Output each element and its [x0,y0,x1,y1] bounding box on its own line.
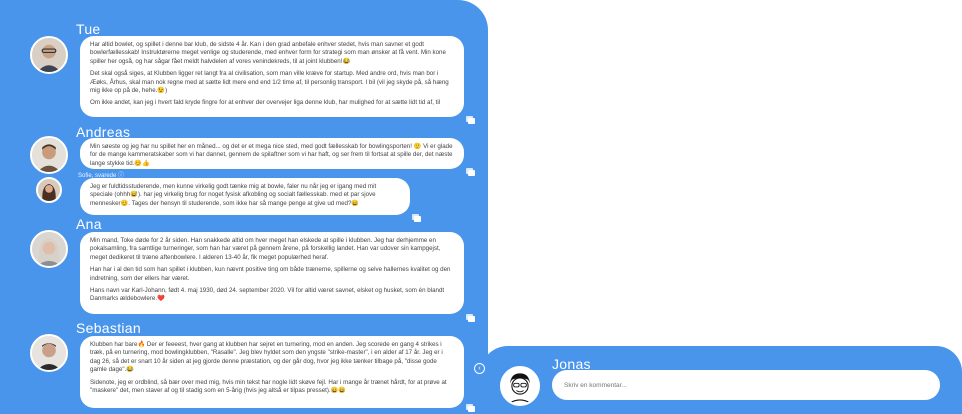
avatar-ana [30,230,68,268]
avatar-sebastian [30,334,68,372]
copy-icon[interactable] [466,116,475,124]
avatar-sofie [36,177,62,203]
comment-paragraph: Min mand, Toke døde for 2 år siden. Han … [90,237,441,261]
comment-paragraph: Sidenote, jeg er ordblind, så bær over m… [90,378,447,395]
copy-icon[interactable] [466,168,475,176]
author-name: Tue [76,21,101,37]
comment-paragraph: Min søeste og jeg har nu spillet her en … [90,143,453,167]
avatar-tue [30,36,68,74]
author-name: Ana [76,216,102,232]
comment-bubble: Jeg er fuldtidsstuderende, men kunne vir… [80,178,410,215]
comment-paragraph: Har altid bowlet, og spillet i denne bar… [90,41,446,65]
comment-paragraph: Han har i al den tid som han spillet i k… [90,266,451,282]
copy-icon[interactable] [466,404,475,412]
comment-bubble: Har altid bowlet, og spillet i denne bar… [80,36,464,117]
comment-paragraph: Hans navn var Karl-Johann, født 4. maj 1… [90,287,445,303]
comment-paragraph: Om ikke andet, kan jeg i hvert fald kryd… [90,99,441,107]
comment-paragraph: Jeg er fuldtidsstuderende, men kunne vir… [90,183,377,207]
avatar-andreas [30,136,68,174]
author-name: Sebastian [76,320,141,336]
comment-bubble: Min mand, Toke døde for 2 år siden. Han … [80,232,464,314]
copy-icon[interactable] [412,214,421,222]
comment-paragraph: Det skal også siges, at Klubben ligger r… [90,70,449,95]
chevron-left-icon[interactable]: ‹ [474,363,485,374]
comment-bubble: Klubben har bare🔥 Der er feeeest, hver g… [80,336,464,408]
comment-paragraph: Klubben har bare🔥 Der er feeeest, hver g… [90,341,443,374]
avatar-jonas [500,366,540,406]
comment-input[interactable] [552,370,940,400]
comment-bubble: Min søeste og jeg har nu spillet her en … [80,138,464,169]
copy-icon[interactable] [466,314,475,322]
